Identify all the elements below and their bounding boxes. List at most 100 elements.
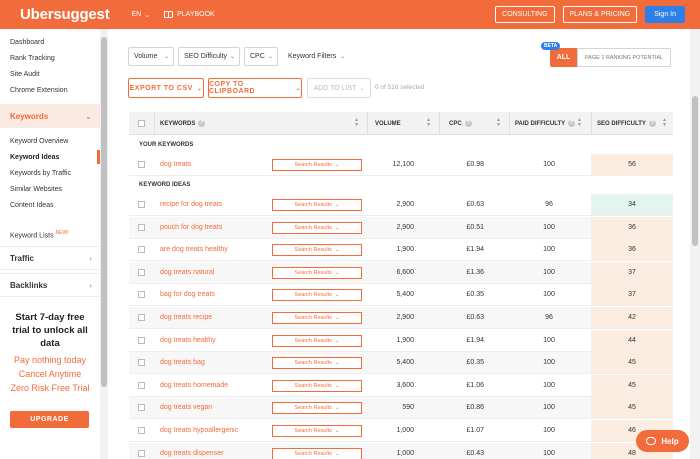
row-checkbox[interactable] xyxy=(138,314,145,321)
search-results-button[interactable]: Search Results ⌄ xyxy=(272,289,362,302)
search-results-button[interactable]: Search Results ⌄ xyxy=(272,334,362,347)
promo-line: Pay nothing today xyxy=(13,355,87,365)
sign-in-button[interactable]: Sign In xyxy=(645,6,685,23)
seo-difficulty-value: 37 xyxy=(591,261,673,283)
row-checkbox[interactable] xyxy=(138,268,145,276)
row-checkbox[interactable] xyxy=(138,201,145,208)
volume-filter[interactable]: Volume ⌄ xyxy=(128,47,174,66)
sidebar-section-backlinks[interactable]: Backlinks › xyxy=(0,273,100,297)
row-checkbox[interactable] xyxy=(138,161,145,168)
sidebar-item-keyword-overview[interactable]: Keyword Overview xyxy=(10,138,68,145)
keyword-link[interactable]: dog treats bag xyxy=(160,359,205,366)
keyword-link[interactable]: are dog treats healthy xyxy=(160,246,228,253)
info-icon[interactable]: ? xyxy=(464,120,472,127)
tab-page1-ranking-potential[interactable]: PAGE 1 RANKING POTENTIAL xyxy=(577,48,671,67)
volume-value: 3,600 xyxy=(396,381,414,389)
sidebar-item-keyword-ideas[interactable]: Keyword Ideas xyxy=(10,154,59,161)
main-scrollbar-thumb[interactable] xyxy=(692,96,698,246)
keyword-link[interactable]: dog treats homemade xyxy=(160,382,228,389)
sort-icon[interactable]: ▲ ▼ xyxy=(662,118,667,128)
keyword-link[interactable]: dog treats recipe xyxy=(160,314,212,321)
sidebar-item-content-ideas[interactable]: Content Ideas xyxy=(10,202,54,209)
keyword-link[interactable]: dog treats hypoallergenic xyxy=(160,427,238,434)
help-button[interactable]: Help xyxy=(636,430,689,452)
chevron-down-icon: ⌄ xyxy=(334,224,340,231)
column-header-volume[interactable]: VOLUME xyxy=(375,112,401,135)
cpc-value: £0.35 xyxy=(466,359,484,367)
column-header-paid-difficulty[interactable]: PAID DIFFICULTY ? xyxy=(515,112,576,135)
volume-value: 2,900 xyxy=(396,223,414,231)
row-checkbox[interactable] xyxy=(138,359,145,367)
keyword-link[interactable]: recipe for dog treats xyxy=(160,201,222,208)
sidebar-item-site-audit[interactable]: Site Audit xyxy=(10,71,40,78)
sidebar-item-rank-tracking[interactable]: Rank Tracking xyxy=(10,55,55,62)
row-checkbox[interactable] xyxy=(138,336,145,344)
sidebar-section-traffic[interactable]: Traffic › xyxy=(0,246,100,270)
sort-icon[interactable]: ▲ ▼ xyxy=(426,118,431,128)
sort-icon[interactable]: ▲ ▼ xyxy=(496,118,501,128)
sidebar-item-keywords-by-traffic[interactable]: Keywords by Traffic xyxy=(10,170,71,177)
sort-icon[interactable]: ▲ ▼ xyxy=(577,118,582,128)
sidebar: Dashboard Rank Tracking Site Audit Chrom… xyxy=(0,29,108,459)
consulting-button[interactable]: CONSULTING xyxy=(495,6,555,23)
keyword-link[interactable]: dog treats dispenser xyxy=(160,450,223,457)
seo-difficulty-filter[interactable]: SEO Difficulty ⌄ xyxy=(178,47,240,66)
column-header-seo-difficulty[interactable]: SEO DIFFICULTY ? xyxy=(597,112,656,135)
sidebar-item-keyword-lists[interactable]: Keyword Lists NEW! xyxy=(10,230,69,239)
add-to-list-button[interactable]: ADD TO LIST ⌄ xyxy=(307,78,371,98)
keyword-link[interactable]: bag for dog treats xyxy=(160,291,215,298)
keyword-link[interactable]: pouch for dog treats xyxy=(160,224,222,231)
playbook-link[interactable]: PLAYBOOK xyxy=(164,11,215,18)
select-all-checkbox[interactable] xyxy=(138,120,145,127)
row-checkbox[interactable] xyxy=(138,381,145,389)
search-results-button[interactable]: Search Results ⌄ xyxy=(272,379,362,392)
cpc-value: £0.51 xyxy=(466,223,484,231)
sidebar-item-similar-websites[interactable]: Similar Websites xyxy=(10,186,62,193)
search-results-button[interactable]: Search Results ⌄ xyxy=(272,425,362,437)
keyword-link[interactable]: dog treats natural xyxy=(160,269,214,276)
logo[interactable]: Ubersuggest xyxy=(20,6,110,23)
sort-icon[interactable]: ▲ ▼ xyxy=(354,118,359,128)
language-selector[interactable]: EN ⌄ xyxy=(132,11,151,19)
search-results-button[interactable]: Search Results ⌄ xyxy=(272,447,362,459)
selected-count: 0 of 516 selected xyxy=(375,84,425,91)
search-results-button[interactable]: Search Results ⌄ xyxy=(272,159,362,171)
export-csv-button[interactable]: EXPORT TO CSV ⌄ xyxy=(128,78,204,98)
row-checkbox[interactable] xyxy=(138,246,145,254)
row-checkbox[interactable] xyxy=(138,427,145,434)
table-row: dog treats bag Search Results ⌄ 5,400 £0.35 1… xyxy=(129,352,673,375)
chevron-down-icon: ⌄ xyxy=(334,428,340,434)
search-results-button[interactable]: Search Results ⌄ xyxy=(272,402,362,415)
search-results-button[interactable]: Search Results ⌄ xyxy=(272,221,362,234)
sidebar-item-chrome-extension[interactable]: Chrome Extension xyxy=(10,87,68,94)
info-icon[interactable]: ? xyxy=(648,120,656,127)
column-header-keywords[interactable]: KEYWORDS ? xyxy=(160,112,206,135)
keyword-link[interactable]: dog treats vegan xyxy=(160,404,212,411)
plans-pricing-button[interactable]: PLANS & PRICING xyxy=(562,6,638,23)
table-row: dog treats recipe Search Results ⌄ 2,900 £0.… xyxy=(129,307,673,329)
search-results-button[interactable]: Search Results ⌄ xyxy=(272,312,362,324)
cpc-filter[interactable]: CPC ⌄ xyxy=(244,47,278,66)
sidebar-scrollbar-thumb[interactable] xyxy=(101,37,107,387)
info-icon[interactable]: ? xyxy=(198,120,206,127)
keyword-link[interactable]: dog treats xyxy=(160,161,191,168)
keyword-link[interactable]: dog treats healthy xyxy=(160,337,216,344)
row-checkbox[interactable] xyxy=(138,223,145,231)
info-icon[interactable]: ? xyxy=(568,120,576,127)
tab-all[interactable]: ALL xyxy=(550,48,577,67)
row-checkbox[interactable] xyxy=(138,291,145,299)
search-results-button[interactable]: Search Results ⌄ xyxy=(272,357,362,370)
copy-clipboard-button[interactable]: COPY TO CLIPBOARD ⌄ xyxy=(208,78,302,98)
sidebar-item-dashboard[interactable]: Dashboard xyxy=(10,39,44,46)
keyword-ideas-heading: KEYWORD IDEAS xyxy=(139,182,191,188)
row-checkbox[interactable] xyxy=(138,449,145,457)
cpc-value: £0.43 xyxy=(466,449,484,457)
column-header-cpc[interactable]: CPC ? xyxy=(449,112,472,135)
search-results-button[interactable]: Search Results ⌄ xyxy=(272,199,362,211)
upgrade-button[interactable]: UPGRADE xyxy=(10,411,89,428)
search-results-button[interactable]: Search Results ⌄ xyxy=(272,244,362,257)
sidebar-section-keywords[interactable]: Keywords ⌄ xyxy=(0,104,100,128)
row-checkbox[interactable] xyxy=(138,404,145,412)
search-results-button[interactable]: Search Results ⌄ xyxy=(272,266,362,279)
keyword-filters-dropdown[interactable]: Keyword Filters ⌄ xyxy=(288,47,345,66)
